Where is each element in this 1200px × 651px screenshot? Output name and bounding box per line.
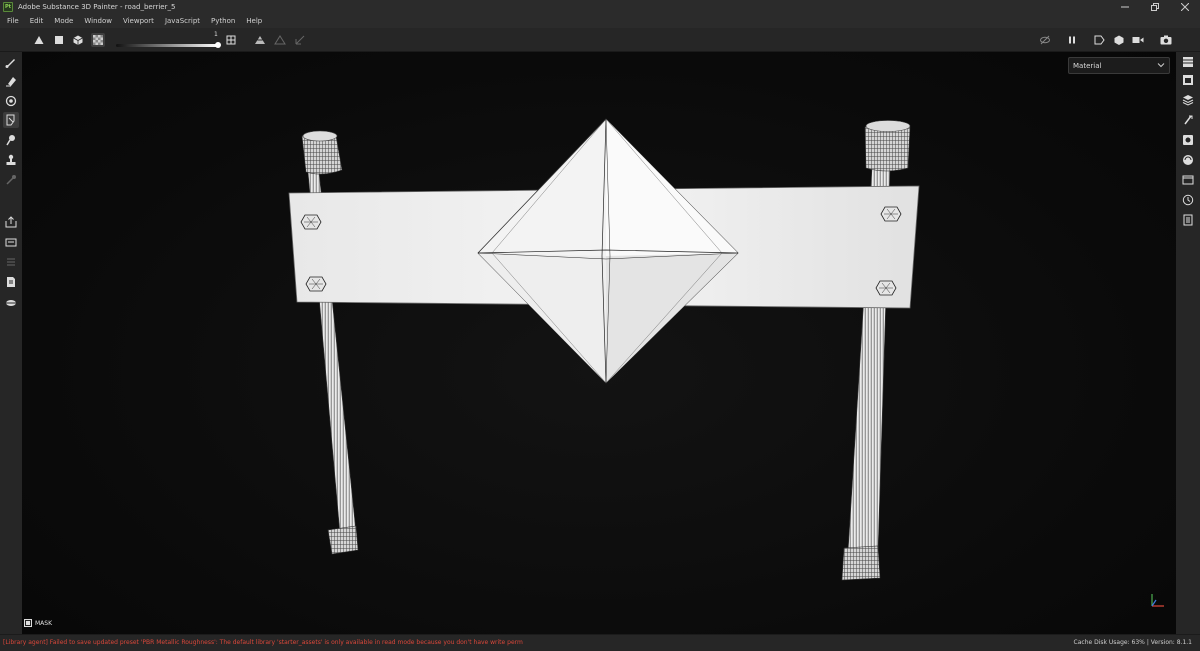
cache-label: Cache Disk Usage:	[1073, 639, 1130, 646]
window-controls	[1110, 0, 1200, 14]
diamond-sign	[477, 118, 739, 384]
triangle-mode-icon[interactable]	[32, 33, 46, 47]
paint-brush-icon[interactable]	[3, 54, 19, 70]
channel-dropdown-value: Material	[1073, 61, 1102, 70]
shader-settings-icon[interactable]	[1180, 152, 1196, 168]
projection-icon[interactable]	[3, 93, 19, 109]
assets-icon[interactable]	[1180, 172, 1196, 188]
brush-size-slider[interactable]	[116, 44, 218, 47]
status-bar: [Library agent] Failed to save updated p…	[0, 634, 1200, 651]
minimize-button[interactable]	[1110, 0, 1140, 14]
road-barrier-model	[288, 118, 920, 581]
video-icon[interactable]	[1131, 33, 1145, 47]
clone-stamp-icon[interactable]	[3, 152, 19, 168]
bake-icon[interactable]	[3, 234, 19, 250]
main-toolbar	[0, 28, 1200, 52]
bolt-bottom-left	[305, 276, 327, 292]
cube-mode-icon[interactable]	[71, 33, 85, 47]
menu-viewport[interactable]: Viewport	[119, 17, 161, 25]
mask-toggle[interactable]: MASK	[24, 616, 52, 630]
menu-python[interactable]: Python	[207, 17, 242, 25]
restore-button[interactable]	[1140, 0, 1170, 14]
mask-label: MASK	[35, 619, 53, 627]
version-label: | Version: 8.1.1	[1146, 639, 1192, 646]
uv-icon[interactable]	[293, 33, 307, 47]
pause-icon[interactable]	[1065, 33, 1079, 47]
properties-icon[interactable]	[1180, 112, 1196, 128]
chevron-down-icon	[1157, 61, 1165, 71]
square-mode-icon[interactable]	[52, 33, 66, 47]
color-picker-icon[interactable]	[3, 172, 19, 188]
status-right: Cache Disk Usage: 63% | Version: 8.1.1	[1074, 639, 1192, 646]
history-icon[interactable]	[1180, 192, 1196, 208]
menu-bar: File Edit Mode Window Viewport JavaScrip…	[0, 14, 1200, 28]
close-button[interactable]	[1170, 0, 1200, 14]
axis-gizmo	[1151, 594, 1164, 607]
menu-javascript[interactable]: JavaScript	[161, 17, 207, 25]
log-icon[interactable]	[1180, 212, 1196, 228]
menu-file[interactable]: File	[3, 17, 26, 25]
slider-handle[interactable]	[215, 42, 221, 48]
status-error-message: [Library agent] Failed to save updated p…	[3, 639, 523, 646]
mesh-alt-icon[interactable]	[273, 33, 287, 47]
layers-icon[interactable]	[1180, 92, 1196, 108]
channel-dropdown[interactable]: Material	[1068, 57, 1170, 74]
mask-icon	[24, 619, 32, 627]
eraser-icon[interactable]	[3, 73, 19, 89]
bolt-top-right	[880, 206, 902, 222]
smudge-icon[interactable]	[3, 132, 19, 148]
right-panel-bar	[1176, 52, 1200, 634]
environment-icon[interactable]	[3, 294, 19, 310]
polygon-fill-icon[interactable]	[3, 112, 19, 128]
3d-viewport[interactable]: Material MASK	[22, 52, 1176, 634]
app-logo-icon: Pt	[3, 2, 13, 12]
left-toolbar	[0, 52, 22, 634]
menu-help[interactable]: Help	[242, 17, 269, 25]
display-settings-icon[interactable]	[1180, 132, 1196, 148]
checker-mode-icon[interactable]	[91, 33, 105, 47]
symmetry-icon[interactable]	[224, 33, 238, 47]
texture-set-settings-icon[interactable]	[1180, 72, 1196, 88]
screenshot-icon[interactable]	[1159, 33, 1173, 47]
layers-stack-icon[interactable]	[3, 254, 19, 270]
menu-edit[interactable]: Edit	[26, 17, 51, 25]
document-icon[interactable]	[3, 274, 19, 290]
slider-value: 1	[214, 31, 218, 38]
display-cube-icon[interactable]	[1112, 33, 1126, 47]
cache-value: 63%	[1131, 639, 1145, 646]
export-icon[interactable]	[3, 214, 19, 230]
mesh-icon[interactable]	[253, 33, 267, 47]
title-bar: Pt Adobe Substance 3D Painter - road_ber…	[0, 0, 1200, 14]
menu-mode[interactable]: Mode	[50, 17, 80, 25]
menu-window[interactable]: Window	[80, 17, 119, 25]
texture-set-list-icon[interactable]	[1180, 54, 1196, 70]
bolt-top-left	[300, 214, 322, 230]
bolt-bottom-right	[875, 280, 897, 296]
camera-view-icon[interactable]	[1093, 33, 1107, 47]
window-title: Adobe Substance 3D Painter - road_berrie…	[18, 3, 176, 11]
hide-icon[interactable]	[1038, 33, 1052, 47]
